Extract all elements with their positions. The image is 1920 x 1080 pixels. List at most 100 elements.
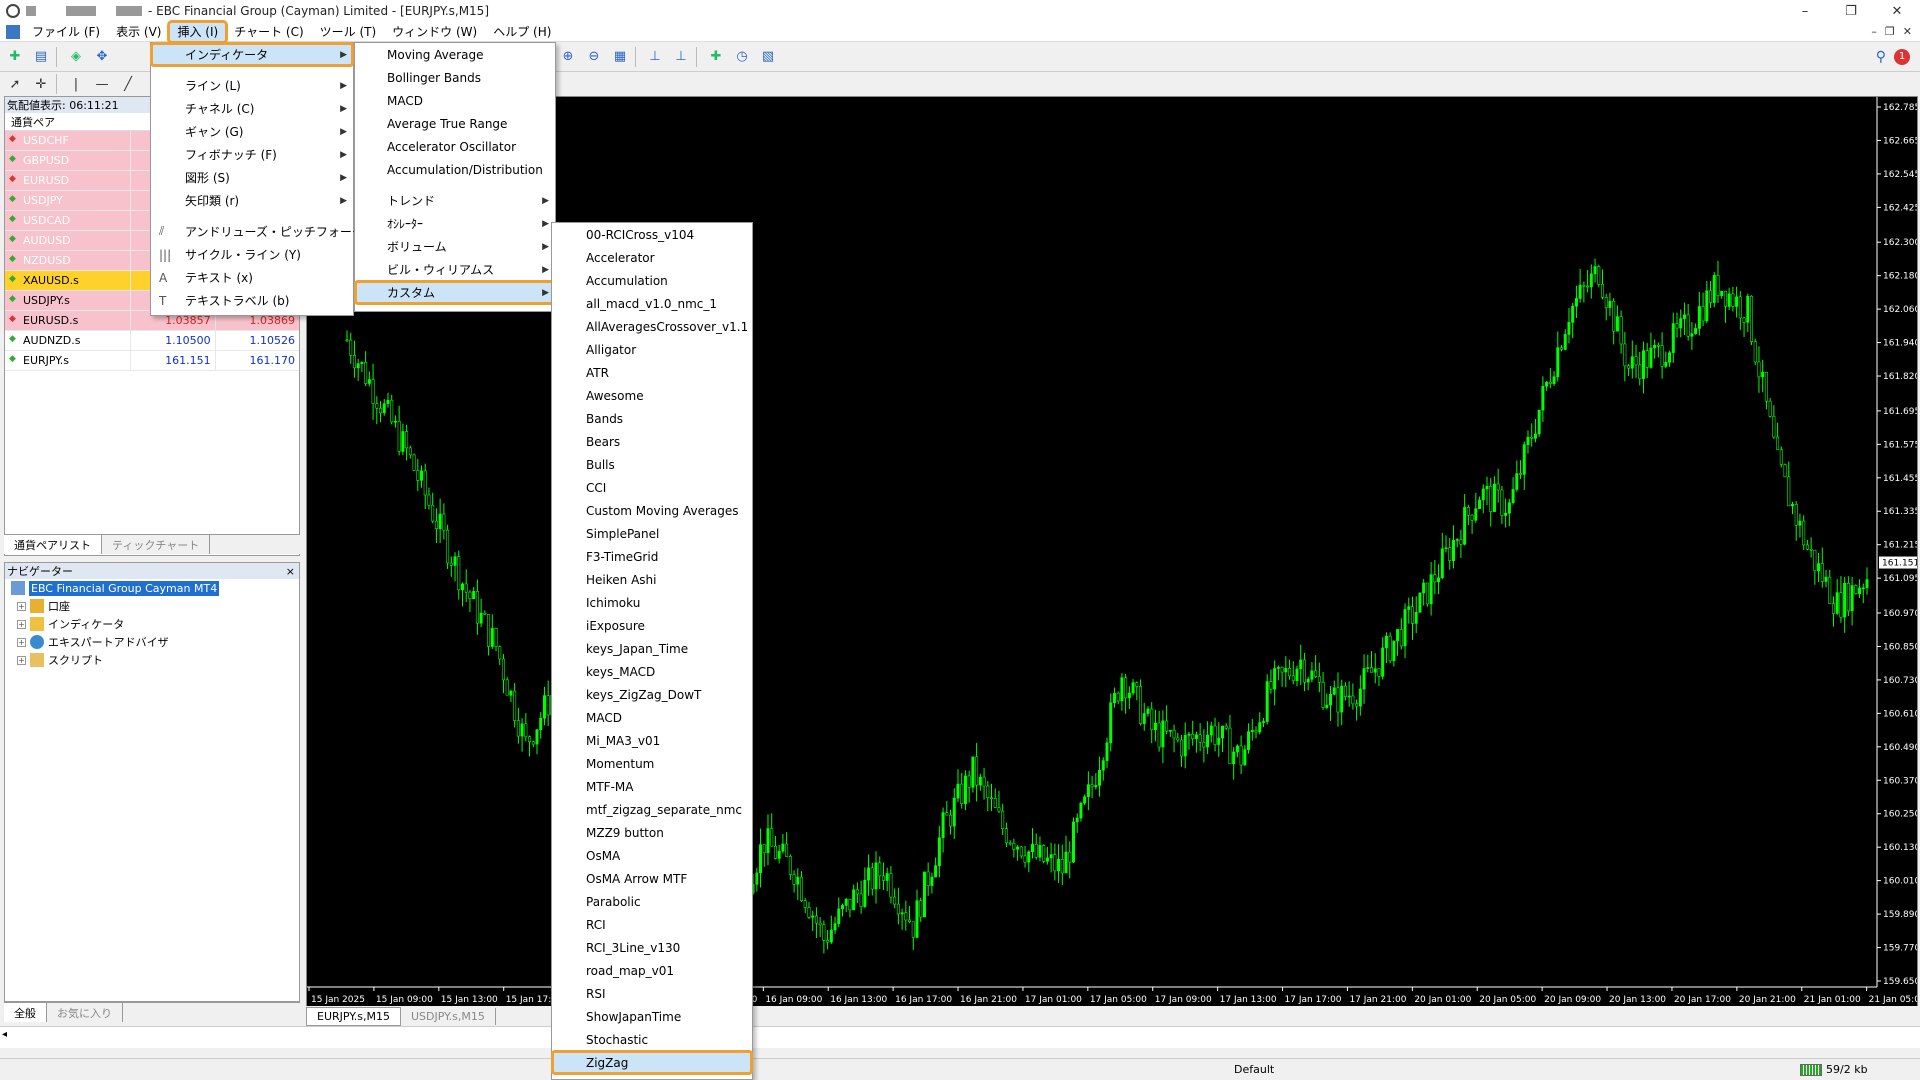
custom-indicator-item[interactable]: Accumulation	[552, 269, 752, 292]
nav-item-indicators[interactable]: + インディケータ	[5, 615, 299, 633]
mdi-close-button[interactable]: ✕	[1903, 25, 1912, 38]
tile-windows-icon[interactable]: ▦	[609, 46, 631, 68]
custom-indicator-item[interactable]: OsMA	[552, 844, 752, 867]
column-symbol[interactable]: 通貨ペア	[5, 114, 131, 130]
menu-window[interactable]: ウィンドウ (W)	[384, 22, 485, 42]
insert-menu-item[interactable]: ⫽ アンドリューズ・ピッチフォーク (A)	[151, 220, 385, 243]
insert-menu-item[interactable]: T テキストラベル (b)	[151, 289, 353, 312]
profiles-icon[interactable]: ▤	[30, 46, 52, 68]
custom-indicator-item[interactable]: Momentum	[552, 752, 752, 775]
custom-indicator-item[interactable]: F3-TimeGrid	[552, 545, 752, 568]
market-watch-row[interactable]: AUDNZD.s1.105001.10526	[5, 331, 299, 351]
insert-menu-item[interactable]: インディケータ ▶	[150, 42, 354, 67]
custom-indicator-item[interactable]: OsMA Arrow MTF	[552, 867, 752, 890]
vertical-line-icon[interactable]: |	[65, 73, 87, 95]
nav-item-accounts[interactable]: + 口座	[5, 597, 299, 615]
custom-indicator-item[interactable]: RSI	[552, 982, 752, 1005]
indicator-submenu-item[interactable]: ボリューム ▶	[355, 235, 555, 258]
custom-indicator-item[interactable]: RCI	[552, 913, 752, 936]
indicators-icon[interactable]: ✚	[705, 46, 727, 68]
indicator-submenu-item[interactable]: カスタム ▶	[354, 280, 556, 305]
navigator-icon[interactable]: ✥	[91, 46, 113, 68]
close-button[interactable]: ✕	[1874, 0, 1920, 22]
nav-item-experts[interactable]: + エキスパートアドバイザ	[5, 633, 299, 651]
custom-indicator-item[interactable]: Stochastic	[552, 1028, 752, 1051]
menu-tools[interactable]: ツール (T)	[312, 22, 385, 42]
custom-indicator-item[interactable]: Awesome	[552, 384, 752, 407]
custom-indicator-item[interactable]: 00-RCICross_v104	[552, 223, 752, 246]
custom-indicator-item[interactable]: MZZ9 button	[552, 821, 752, 844]
custom-indicator-item[interactable]: SimplePanel	[552, 522, 752, 545]
new-chart-icon[interactable]: ✚	[4, 46, 26, 68]
chart-shift-icon[interactable]: ⊥	[644, 46, 666, 68]
search-icon[interactable]: ⚲	[1876, 49, 1886, 65]
tab-common[interactable]: 全般	[4, 1003, 47, 1022]
document-icon[interactable]	[6, 24, 20, 39]
market-watch-icon[interactable]: ◈	[65, 46, 87, 68]
custom-indicator-item[interactable]: RCI_3Line_v130	[552, 936, 752, 959]
custom-indicator-item[interactable]: Accelerator	[552, 246, 752, 269]
mdi-restore-button[interactable]: ❐	[1885, 25, 1895, 38]
custom-indicator-item[interactable]: keys_MACD	[552, 660, 752, 683]
menu-help[interactable]: ヘルプ (H)	[485, 22, 559, 42]
scroll-left-icon[interactable]: ◂	[2, 1029, 7, 1040]
maximize-button[interactable]: ❐	[1828, 0, 1874, 22]
menu-insert[interactable]: 挿入 (I)	[167, 19, 229, 44]
cursor-icon[interactable]: ➚	[4, 73, 26, 95]
custom-indicator-item[interactable]: keys_ZigZag_DowT	[552, 683, 752, 706]
nav-root[interactable]: EBC Financial Group Cayman MT4	[5, 579, 299, 597]
insert-menu-item[interactable]: A テキスト (x)	[151, 266, 353, 289]
custom-indicator-item[interactable]: Ichimoku	[552, 591, 752, 614]
nav-item-scripts[interactable]: + スクリプト	[5, 651, 299, 669]
custom-indicator-item[interactable]: Mi_MA3_v01	[552, 729, 752, 752]
custom-indicator-item[interactable]: Bears	[552, 430, 752, 453]
custom-indicator-item[interactable]: mtf_zigzag_separate_nmc	[552, 798, 752, 821]
custom-indicator-item[interactable]: ZigZag	[551, 1050, 753, 1075]
custom-indicator-item[interactable]: MACD	[552, 706, 752, 729]
market-watch-row[interactable]: EURJPY.s161.151161.170	[5, 351, 299, 371]
tab-chart-usdjpy[interactable]: USDJPY.s,M15	[401, 1007, 496, 1025]
custom-indicator-item[interactable]: ATR	[552, 361, 752, 384]
menu-chart[interactable]: チャート (C)	[226, 22, 311, 42]
periods-icon[interactable]: ◷	[731, 46, 753, 68]
templates-icon[interactable]: ▧	[757, 46, 779, 68]
custom-indicator-item[interactable]: Parabolic	[552, 890, 752, 913]
custom-indicator-item[interactable]: Alligator	[552, 338, 752, 361]
custom-indicator-item[interactable]: Bulls	[552, 453, 752, 476]
insert-menu-item[interactable]: チャネル (C) ▶	[151, 97, 353, 120]
indicator-menu-item[interactable]: Bollinger Bands	[355, 66, 555, 89]
autoscroll-icon[interactable]: ⊥	[670, 46, 692, 68]
notification-badge[interactable]: 1	[1894, 48, 1910, 65]
insert-menu-item[interactable]: ||| サイクル・ライン (Y)	[151, 243, 353, 266]
insert-menu-item[interactable]: 矢印類 (r) ▶	[151, 189, 353, 212]
custom-indicator-item[interactable]: CCI	[552, 476, 752, 499]
expand-icon[interactable]: +	[17, 637, 26, 647]
indicator-menu-item[interactable]: Moving Average	[355, 43, 555, 66]
insert-menu-item[interactable]: ライン (L) ▶	[151, 74, 353, 97]
indicator-menu-item[interactable]: MACD	[355, 89, 555, 112]
indicator-menu-item[interactable]: Accumulation/Distribution	[355, 158, 555, 181]
zoom-out-icon[interactable]: ⊖	[583, 46, 605, 68]
indicator-menu-item[interactable]: Average True Range	[355, 112, 555, 135]
custom-indicator-item[interactable]: keys_Japan_Time	[552, 637, 752, 660]
custom-indicator-item[interactable]: ShowJapanTime	[552, 1005, 752, 1028]
indicator-submenu-item[interactable]: トレンド ▶	[355, 189, 555, 212]
navigator-close-icon[interactable]: ×	[286, 565, 295, 578]
crosshair-icon[interactable]: ✛	[30, 73, 52, 95]
custom-indicator-item[interactable]: Custom Moving Averages	[552, 499, 752, 522]
insert-menu-item[interactable]: フィボナッチ (F) ▶	[151, 143, 353, 166]
custom-indicator-item[interactable]: AllAveragesCrossover_v1.1	[552, 315, 752, 338]
tab-chart-eurjpy[interactable]: EURJPY.s,M15	[306, 1006, 401, 1026]
insert-menu-item[interactable]: 図形 (S) ▶	[151, 166, 353, 189]
expand-icon[interactable]: +	[17, 655, 26, 665]
custom-indicator-item[interactable]: Heiken Ashi	[552, 568, 752, 591]
custom-indicator-item[interactable]: MTF-MA	[552, 775, 752, 798]
menu-file[interactable]: ファイル (F)	[24, 22, 108, 42]
menu-view[interactable]: 表示 (V)	[108, 22, 169, 42]
indicator-menu-item[interactable]: Accelerator Oscillator	[355, 135, 555, 158]
mdi-minimize-button[interactable]: –	[1871, 25, 1877, 38]
trendline-icon[interactable]: ╱	[117, 73, 139, 95]
tab-symbols[interactable]: 通貨ペアリスト	[4, 535, 102, 554]
insert-menu-item[interactable]: ギャン (G) ▶	[151, 120, 353, 143]
custom-indicator-item[interactable]: iExposure	[552, 614, 752, 637]
